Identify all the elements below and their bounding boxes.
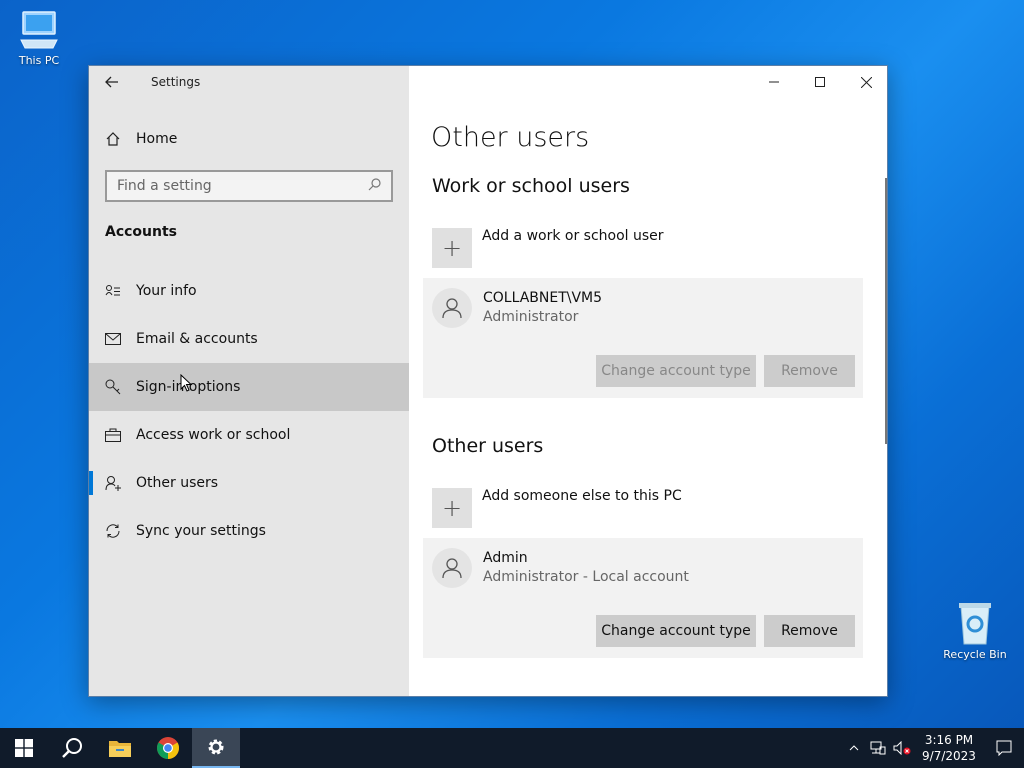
clock[interactable]: 3:16 PM 9/7/2023 bbox=[914, 732, 984, 764]
chevron-up-icon bbox=[849, 745, 859, 751]
app-title: Settings bbox=[151, 75, 201, 89]
notification-icon bbox=[996, 740, 1012, 756]
network-icon bbox=[870, 741, 886, 755]
maximize-button[interactable] bbox=[797, 66, 843, 98]
close-icon bbox=[860, 76, 872, 88]
briefcase-icon bbox=[105, 427, 121, 443]
sidebar-item-your-info[interactable]: Your info bbox=[89, 267, 409, 315]
key-icon bbox=[105, 379, 121, 395]
minimize-icon bbox=[769, 81, 779, 83]
home-icon bbox=[105, 131, 121, 147]
sidebar-item-label: Sync your settings bbox=[136, 523, 266, 539]
back-arrow-icon bbox=[105, 76, 118, 88]
settings-icon bbox=[208, 739, 224, 755]
contact-card-icon bbox=[105, 283, 121, 299]
plus-icon: + bbox=[432, 228, 472, 268]
add-person-icon bbox=[105, 475, 121, 491]
user-role: Administrator - Local account bbox=[483, 569, 689, 585]
close-button[interactable] bbox=[843, 66, 887, 98]
user-role: Administrator bbox=[483, 309, 579, 325]
clock-time: 3:16 PM bbox=[924, 733, 974, 747]
system-tray: 3:16 PM 9/7/2023 bbox=[842, 728, 1024, 768]
start-button[interactable] bbox=[0, 728, 48, 768]
taskbar-settings[interactable] bbox=[192, 728, 240, 768]
user-card-collabnet[interactable]: COLLABNET\VM5 Administrator Change accou… bbox=[423, 278, 863, 398]
person-icon bbox=[442, 298, 462, 319]
sidebar-item-label: Access work or school bbox=[136, 427, 291, 443]
sidebar-item-sync-settings[interactable]: Sync your settings bbox=[89, 507, 409, 555]
desktop-icon-this-pc[interactable]: This PC bbox=[4, 8, 74, 67]
work-school-title: Work or school users bbox=[432, 175, 630, 197]
file-explorer-icon bbox=[109, 741, 131, 757]
user-name: COLLABNET\VM5 bbox=[483, 290, 603, 306]
search-icon bbox=[62, 738, 82, 758]
network-button[interactable] bbox=[866, 741, 890, 755]
maximize-icon bbox=[815, 77, 825, 87]
scrollbar[interactable] bbox=[885, 178, 887, 444]
taskbar: 3:16 PM 9/7/2023 bbox=[0, 728, 1024, 768]
plus-icon: + bbox=[432, 488, 472, 528]
search-placeholder: Find a setting bbox=[117, 178, 212, 194]
nav-list: Your info Email & accounts Sign-in optio… bbox=[89, 267, 409, 555]
change-account-type-button[interactable]: Change account type bbox=[596, 355, 756, 387]
other-users-title: Other users bbox=[432, 435, 544, 457]
content-pane: Other users Work or school users + Add a… bbox=[409, 66, 887, 696]
taskbar-file-explorer[interactable] bbox=[96, 728, 144, 768]
search-input[interactable]: Find a setting bbox=[105, 170, 393, 202]
search-icon bbox=[368, 177, 381, 195]
desktop-icon-label: Recycle Bin bbox=[943, 648, 1007, 661]
chrome-icon bbox=[157, 737, 179, 759]
add-work-user-label: Add a work or school user bbox=[482, 228, 664, 244]
sidebar-item-sign-in-options[interactable]: Sign-in options bbox=[89, 363, 409, 411]
settings-window: Settings Home Find a setting Accounts Yo… bbox=[88, 65, 888, 697]
sidebar-item-other-users[interactable]: Other users bbox=[89, 459, 409, 507]
taskbar-chrome[interactable] bbox=[144, 728, 192, 768]
page-title: Other users bbox=[431, 122, 590, 153]
volume-muted-icon bbox=[893, 741, 911, 755]
window-controls bbox=[751, 66, 887, 98]
action-center-button[interactable] bbox=[984, 740, 1024, 756]
minimize-button[interactable] bbox=[751, 66, 797, 98]
remove-button[interactable]: Remove bbox=[764, 615, 855, 647]
sidebar: Settings Home Find a setting Accounts Yo… bbox=[89, 66, 409, 696]
avatar bbox=[432, 548, 472, 588]
user-name: Admin bbox=[483, 550, 528, 566]
desktop-icon-label: This PC bbox=[18, 54, 60, 67]
add-someone-button[interactable]: + Add someone else to this PC bbox=[432, 488, 682, 528]
title-bar: Settings bbox=[89, 66, 409, 98]
mail-icon bbox=[105, 331, 121, 347]
computer-icon bbox=[20, 11, 58, 49]
back-button[interactable] bbox=[89, 66, 135, 98]
sidebar-item-access-work-school[interactable]: Access work or school bbox=[89, 411, 409, 459]
recycle-bin-icon bbox=[959, 603, 991, 645]
start-icon bbox=[15, 739, 33, 757]
sidebar-item-label: Your info bbox=[136, 283, 197, 299]
nav-home[interactable]: Home bbox=[89, 124, 409, 154]
change-account-type-button[interactable]: Change account type bbox=[596, 615, 756, 647]
sidebar-item-label: Other users bbox=[136, 475, 219, 491]
sync-icon bbox=[105, 523, 121, 539]
clock-date: 9/7/2023 bbox=[922, 749, 976, 763]
show-hidden-icons-button[interactable] bbox=[842, 745, 866, 751]
avatar bbox=[432, 288, 472, 328]
sidebar-item-email-accounts[interactable]: Email & accounts bbox=[89, 315, 409, 363]
add-someone-label: Add someone else to this PC bbox=[482, 488, 682, 504]
taskbar-search-button[interactable] bbox=[48, 728, 96, 768]
remove-button[interactable]: Remove bbox=[764, 355, 855, 387]
user-card-admin[interactable]: Admin Administrator - Local account Chan… bbox=[423, 538, 863, 658]
nav-home-label: Home bbox=[136, 131, 178, 147]
desktop-icon-recycle-bin[interactable]: Recycle Bin bbox=[940, 600, 1010, 661]
volume-button[interactable] bbox=[890, 741, 914, 755]
mouse-cursor-icon bbox=[180, 374, 192, 392]
add-work-user-button[interactable]: + Add a work or school user bbox=[432, 228, 664, 268]
sidebar-item-label: Email & accounts bbox=[136, 331, 258, 347]
person-icon bbox=[442, 558, 462, 579]
section-title: Accounts bbox=[105, 224, 178, 240]
